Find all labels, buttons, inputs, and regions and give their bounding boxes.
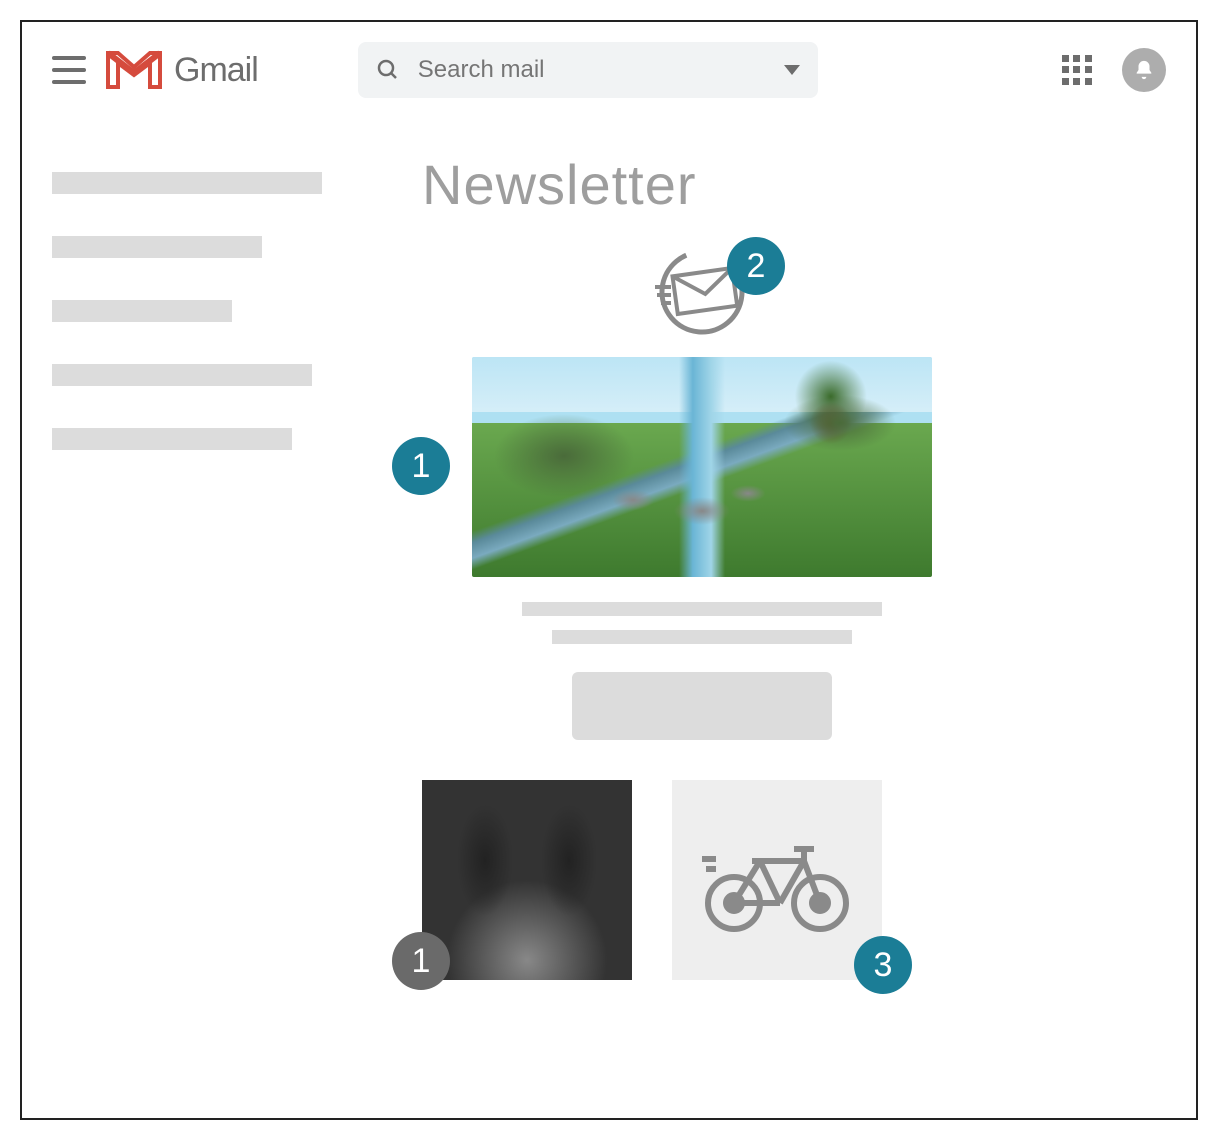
gmail-m-icon <box>106 49 162 91</box>
cta-button-placeholder[interactable] <box>572 672 832 740</box>
bell-icon <box>1133 59 1155 81</box>
sidebar-item-placeholder[interactable] <box>52 172 322 194</box>
email-body: Newsletter 2 1 1 <box>422 152 982 980</box>
sidebar-item-placeholder[interactable] <box>52 236 262 258</box>
newsletter-mail-graphic: 2 <box>422 247 982 337</box>
gmail-wordmark: Gmail <box>174 51 258 90</box>
bicycle-icon <box>702 825 852 935</box>
annotation-badge-1: 1 <box>392 437 450 495</box>
text-line-placeholder <box>552 630 852 644</box>
sidebar <box>52 172 342 450</box>
body-text-placeholder <box>422 602 982 644</box>
hero-landscape-image <box>472 357 932 577</box>
header-bar: Gmail <box>22 22 1196 108</box>
apps-grid-icon[interactable] <box>1062 55 1092 85</box>
hamburger-menu-icon[interactable] <box>52 56 86 84</box>
text-line-placeholder <box>522 602 882 616</box>
sidebar-item-placeholder[interactable] <box>52 300 232 322</box>
search-options-dropdown-icon[interactable] <box>784 65 800 75</box>
search-bar[interactable] <box>358 42 818 98</box>
search-icon <box>376 58 400 82</box>
annotation-badge-2: 2 <box>727 237 785 295</box>
search-input[interactable] <box>418 56 766 84</box>
sidebar-item-placeholder[interactable] <box>52 428 292 450</box>
image-cards-row: 1 3 <box>422 780 982 980</box>
newsletter-title: Newsletter <box>422 152 982 217</box>
notifications-button[interactable] <box>1122 48 1166 92</box>
bicycle-icon-card: 3 <box>672 780 882 980</box>
header-actions <box>1062 48 1166 92</box>
forest-image-card: 1 <box>422 780 632 980</box>
app-frame: Gmail Newsletter <box>20 20 1198 1120</box>
sidebar-item-placeholder[interactable] <box>52 364 312 386</box>
gmail-logo[interactable]: Gmail <box>106 49 258 91</box>
annotation-badge-3: 3 <box>854 936 912 994</box>
hero-image-wrap: 1 <box>422 357 982 577</box>
annotation-badge-1b: 1 <box>392 932 450 990</box>
